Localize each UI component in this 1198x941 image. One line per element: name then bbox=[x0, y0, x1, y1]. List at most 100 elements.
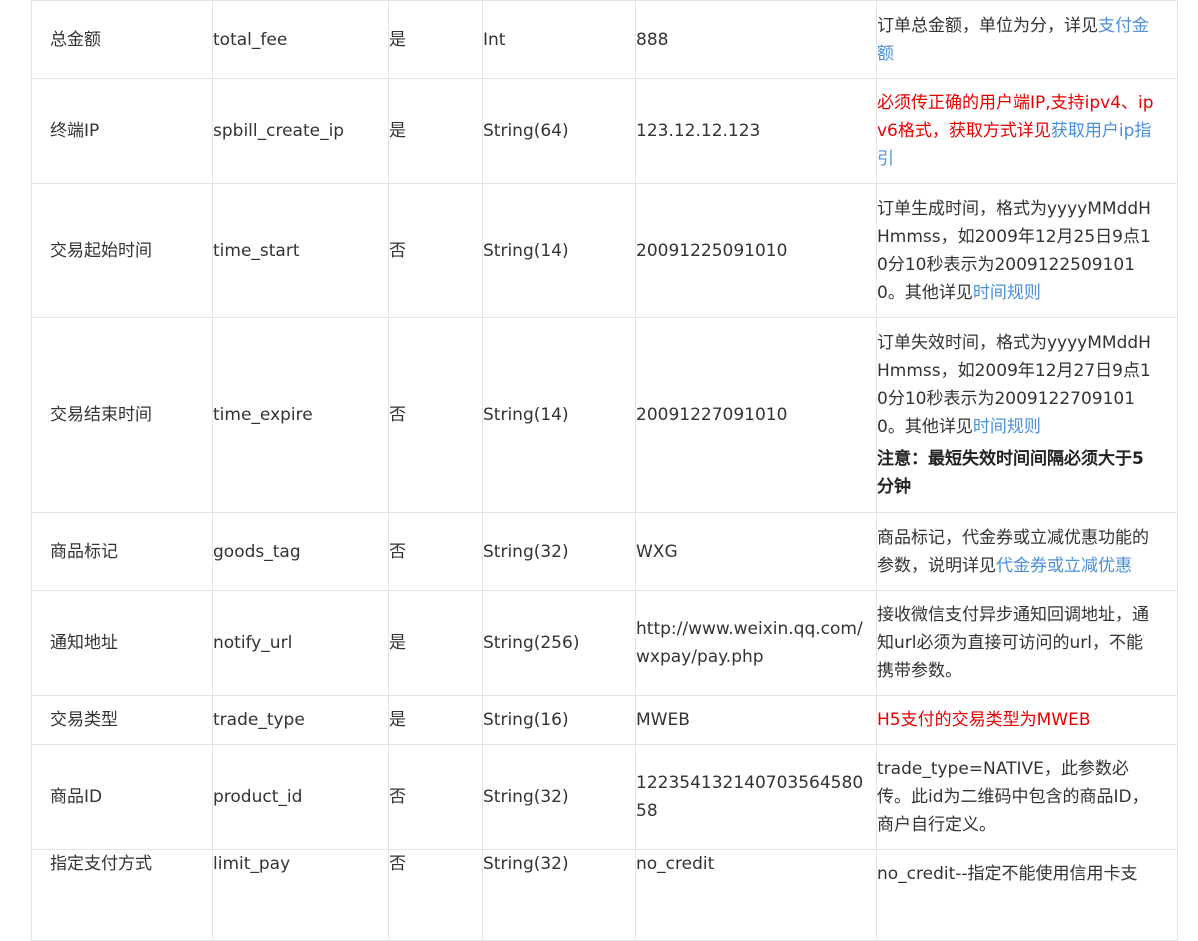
example-text: 20091225091010 bbox=[636, 240, 788, 261]
name-text: 通知地址 bbox=[50, 633, 118, 653]
cell-field: time_expire bbox=[212, 317, 389, 513]
description: 必须传正确的用户端IP,支持ipv4、ipv6格式，获取方式详见获取用户ip指引 bbox=[877, 83, 1159, 179]
cell-required: 是 bbox=[388, 0, 483, 79]
required-text: 是 bbox=[389, 29, 406, 50]
name-text: 商品标记 bbox=[50, 541, 118, 562]
field-text: total_fee bbox=[213, 29, 288, 50]
cell-name: 通知地址 bbox=[31, 590, 213, 696]
params-table: 总金额 total_fee 是 Int 888 订单总金额，单位为分，详见支付金额 终端IP… bbox=[31, 0, 1178, 941]
type-text: String(14) bbox=[483, 405, 569, 425]
type-text: String(64) bbox=[483, 121, 569, 141]
cell-field: limit_pay bbox=[212, 849, 389, 941]
cell-example: 888 bbox=[635, 0, 877, 79]
cell-example: 20091225091010 bbox=[635, 183, 877, 318]
field-text: notify_url bbox=[213, 633, 293, 653]
name-text: 指定支付方式 bbox=[50, 854, 152, 874]
example-text: 12235413214070356458058 bbox=[636, 773, 864, 821]
table-row: 通知地址 notify_url 是 String(256) http://www.wei… bbox=[31, 590, 1178, 696]
cell-type: String(256) bbox=[482, 590, 636, 696]
cell-field: product_id bbox=[212, 744, 389, 850]
example-text: MWEB bbox=[636, 710, 690, 730]
cell-type: String(32) bbox=[482, 744, 636, 850]
example-text: no_credit bbox=[636, 854, 715, 874]
example-text: 888 bbox=[636, 29, 669, 50]
cell-required: 否 bbox=[388, 317, 483, 513]
name-text: 总金额 bbox=[50, 29, 101, 50]
name-text: 交易类型 bbox=[50, 710, 118, 730]
table-row: 终端IP spbill_create_ip 是 String(64) 123.12.12… bbox=[31, 78, 1178, 184]
required-text: 否 bbox=[389, 405, 406, 425]
description-text: trade_type=NATIVE，此参数必传。此id为二维码中包含的商品ID，… bbox=[877, 759, 1149, 835]
description-text: no_credit--指定不能使用信用卡支 bbox=[877, 864, 1138, 884]
cell-required: 否 bbox=[388, 744, 483, 850]
cell-type: String(16) bbox=[482, 695, 636, 745]
description: no_credit--指定不能使用信用卡支 bbox=[877, 850, 1159, 894]
type-text: String(256) bbox=[483, 633, 580, 653]
cell-example: no_credit bbox=[635, 849, 877, 941]
cell-description: 订单总金额，单位为分，详见支付金额 bbox=[876, 0, 1178, 79]
cell-type: String(64) bbox=[482, 78, 636, 184]
cell-description: H5支付的交易类型为MWEB bbox=[876, 695, 1178, 745]
description: 商品标记，代金券或立减优惠功能的参数，说明详见代金券或立减优惠 bbox=[877, 518, 1159, 586]
description-link[interactable]: 时间规则 bbox=[973, 283, 1041, 303]
cell-description: 订单生成时间，格式为yyyyMMddHHmmss，如2009年12月25日9点1… bbox=[876, 183, 1178, 318]
description: trade_type=NATIVE，此参数必传。此id为二维码中包含的商品ID，… bbox=[877, 749, 1159, 845]
required-text: 否 bbox=[389, 541, 406, 562]
description-text: 订单总金额，单位为分，详见 bbox=[877, 15, 1098, 36]
cell-name: 交易起始时间 bbox=[31, 183, 213, 318]
description: 订单总金额，单位为分，详见支付金额 bbox=[877, 6, 1159, 74]
required-text: 是 bbox=[389, 710, 406, 730]
cell-required: 否 bbox=[388, 183, 483, 318]
cell-description: 接收微信支付异步通知回调地址，通知url必须为直接可访问的url，不能携带参数。 bbox=[876, 590, 1178, 696]
field-text: trade_type bbox=[213, 710, 305, 730]
name-text: 交易起始时间 bbox=[50, 240, 152, 261]
cell-name: 指定支付方式 bbox=[31, 849, 213, 941]
description: H5支付的交易类型为MWEB bbox=[877, 700, 1159, 740]
table-row: 总金额 total_fee 是 Int 888 订单总金额，单位为分，详见支付金额 bbox=[31, 0, 1178, 79]
description-text: 接收微信支付异步通知回调地址，通知url必须为直接可访问的url，不能携带参数。 bbox=[877, 605, 1149, 681]
description-link[interactable]: 代金券或立减优惠 bbox=[996, 556, 1132, 576]
table-row: 商品标记 goods_tag 否 String(32) WXG 商品标记，代金券或立减优惠… bbox=[31, 512, 1178, 591]
params-table-wrapper: 总金额 total_fee 是 Int 888 订单总金额，单位为分，详见支付金额 终端IP… bbox=[31, 0, 1178, 941]
cell-required: 否 bbox=[388, 849, 483, 941]
cell-required: 否 bbox=[388, 512, 483, 591]
cell-field: spbill_create_ip bbox=[212, 78, 389, 184]
cell-example: 12235413214070356458058 bbox=[635, 744, 877, 850]
cell-description: no_credit--指定不能使用信用卡支 bbox=[876, 849, 1178, 941]
cell-example: http://www.weixin.qq.com/wxpay/pay.php bbox=[635, 590, 877, 696]
cell-required: 是 bbox=[388, 590, 483, 696]
name-text: 商品ID bbox=[50, 787, 103, 807]
cell-type: Int bbox=[482, 0, 636, 79]
field-text: goods_tag bbox=[213, 541, 301, 562]
type-text: Int bbox=[483, 29, 506, 50]
cell-field: goods_tag bbox=[212, 512, 389, 591]
type-text: String(32) bbox=[483, 541, 569, 562]
table-row: 商品ID product_id 否 String(32) 122354132140703… bbox=[31, 744, 1178, 850]
cell-field: notify_url bbox=[212, 590, 389, 696]
description: 订单失效时间，格式为yyyyMMddHHmmss，如2009年12月27日9点1… bbox=[877, 323, 1159, 507]
cell-description: trade_type=NATIVE，此参数必传。此id为二维码中包含的商品ID，… bbox=[876, 744, 1178, 850]
required-text: 否 bbox=[389, 854, 406, 874]
field-text: time_start bbox=[213, 240, 300, 261]
cell-example: MWEB bbox=[635, 695, 877, 745]
example-text: 20091227091010 bbox=[636, 405, 788, 425]
table-row: 交易类型 trade_type 是 String(16) MWEB H5支付的交易类型为M… bbox=[31, 695, 1178, 745]
cell-name: 商品ID bbox=[31, 744, 213, 850]
cell-example: 20091227091010 bbox=[635, 317, 877, 513]
cell-name: 交易结束时间 bbox=[31, 317, 213, 513]
description-link[interactable]: 时间规则 bbox=[973, 417, 1041, 437]
cell-field: total_fee bbox=[212, 0, 389, 79]
description-warning: H5支付的交易类型为MWEB bbox=[877, 710, 1091, 730]
cell-example: 123.12.12.123 bbox=[635, 78, 877, 184]
cell-required: 是 bbox=[388, 695, 483, 745]
params-table-body: 总金额 total_fee 是 Int 888 订单总金额，单位为分，详见支付金额 终端IP… bbox=[31, 0, 1178, 941]
name-text: 终端IP bbox=[50, 121, 100, 141]
cell-required: 是 bbox=[388, 78, 483, 184]
cell-description: 必须传正确的用户端IP,支持ipv4、ipv6格式，获取方式详见获取用户ip指引 bbox=[876, 78, 1178, 184]
cell-type: String(32) bbox=[482, 512, 636, 591]
cell-description: 订单失效时间，格式为yyyyMMddHHmmss，如2009年12月27日9点1… bbox=[876, 317, 1178, 513]
name-text: 交易结束时间 bbox=[50, 405, 152, 425]
cell-type: String(14) bbox=[482, 183, 636, 318]
description: 订单生成时间，格式为yyyyMMddHHmmss，如2009年12月25日9点1… bbox=[877, 189, 1159, 313]
field-text: limit_pay bbox=[213, 854, 291, 874]
